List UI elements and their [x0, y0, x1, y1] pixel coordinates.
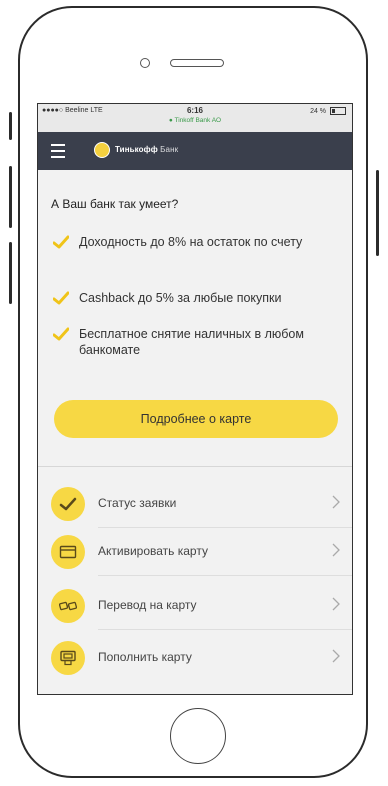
bank-status-label: ● Tinkoff Bank AO	[168, 117, 222, 124]
status-bar: ●●●●○ Beeline LTE 6:16 ● Tinkoff Bank AO…	[38, 104, 352, 132]
list-item-label: Перевод на карту	[98, 598, 197, 612]
list-item-application-status[interactable]: Статус заявки	[38, 484, 352, 528]
earpiece-speaker	[170, 59, 224, 67]
row-divider	[98, 527, 352, 528]
row-divider	[98, 575, 352, 576]
list-item-activate-card[interactable]: Активировать карту	[38, 532, 352, 576]
app-header: Тинькофф Банк	[38, 132, 352, 170]
logo-bold-text: Тинькофф	[115, 145, 158, 154]
battery-icon	[330, 107, 346, 115]
mute-switch	[9, 112, 12, 140]
chevron-right-icon	[332, 649, 340, 663]
volume-up-button	[9, 166, 12, 228]
front-camera	[140, 58, 150, 68]
hamburger-menu-icon[interactable]	[51, 144, 65, 158]
volume-down-button	[9, 242, 12, 304]
chevron-right-icon	[332, 495, 340, 509]
battery-percent: 24 %	[310, 107, 327, 115]
list-item-label: Статус заявки	[98, 496, 177, 510]
row-divider	[98, 629, 352, 630]
checkmark-icon	[53, 327, 69, 341]
feature-text: Доходность до 8% на остаток по счету	[79, 235, 303, 249]
power-button	[376, 170, 379, 256]
home-button[interactable]	[170, 708, 226, 764]
list-item-transfer-to-card[interactable]: Перевод на карту	[38, 586, 352, 630]
logo-light-text: Банк	[157, 145, 179, 154]
checkmark-icon	[53, 291, 69, 305]
section-divider	[38, 466, 352, 467]
atm-icon	[51, 641, 85, 675]
checkmark-icon	[51, 487, 85, 521]
chevron-right-icon	[332, 543, 340, 557]
chevron-right-icon	[332, 597, 340, 611]
list-item-top-up-card[interactable]: Пополнить карту	[38, 638, 352, 682]
promo-headline: А Ваш банк так умеет?	[51, 197, 179, 211]
feature-text: Cashback до 5% за любые покупки	[79, 291, 282, 305]
bank-logo-icon	[94, 142, 110, 158]
bank-logo: Тинькофф Банк	[115, 145, 178, 154]
list-item-label: Активировать карту	[98, 544, 208, 558]
card-details-button[interactable]: Подробнее о карте	[54, 400, 338, 438]
clock: 6:16	[186, 106, 203, 115]
feature-text: Бесплатное снятие наличных в любом банко…	[79, 327, 304, 357]
battery-indicator: 24 %	[310, 107, 346, 115]
app-screen: ●●●●○ Beeline LTE 6:16 ● Tinkoff Bank AO…	[37, 103, 353, 695]
card-icon	[51, 535, 85, 569]
transfer-icon	[51, 589, 85, 623]
checkmark-icon	[53, 235, 69, 249]
list-item-label: Пополнить карту	[98, 650, 192, 664]
